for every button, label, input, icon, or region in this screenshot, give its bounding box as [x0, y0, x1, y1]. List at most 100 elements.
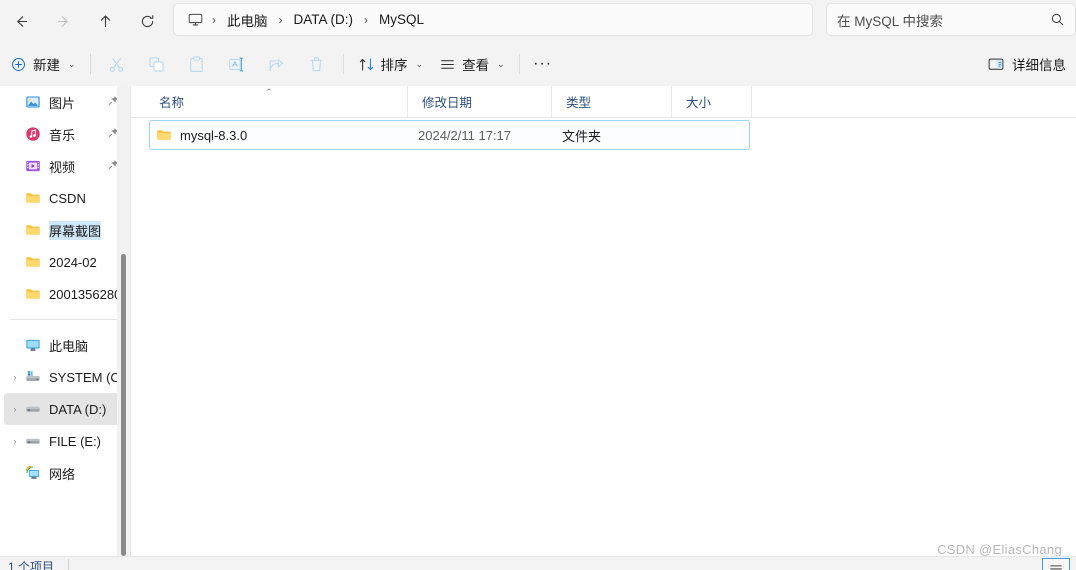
rename-icon [229, 57, 244, 71]
sort-ascending-icon: ⌃ [265, 87, 273, 97]
pictures-icon [22, 94, 44, 110]
paste-button[interactable] [177, 48, 217, 80]
sidebar-item-2024-02[interactable]: 2024-02 [4, 246, 126, 278]
scissors-icon [109, 57, 124, 72]
chevron-right-icon[interactable]: › [8, 437, 22, 446]
file-list-pane: ⌃ 名称 修改日期 类型 大小 mysql-8.3.0 2024/2/11 17… [131, 86, 1076, 556]
column-header-type[interactable]: 类型 [552, 86, 672, 117]
column-header-label: 名称 [159, 96, 185, 110]
refresh-button[interactable] [130, 6, 164, 36]
sidebar-item-music[interactable]: 音乐 [4, 118, 126, 150]
sort-button[interactable]: 排序 ⌄ [350, 49, 432, 79]
folder-icon [156, 127, 172, 143]
breadcrumb-mysql[interactable]: MySQL [372, 9, 431, 30]
toolbar-divider-2 [342, 54, 344, 74]
chevron-down-icon: ⌄ [497, 58, 505, 69]
breadcrumb-data-d[interactable]: DATA (D:) [287, 9, 361, 30]
file-type-cell: 文件夹 [562, 128, 602, 144]
up-button[interactable] [88, 6, 122, 36]
chevron-down-icon: ⌄ [68, 58, 76, 69]
details-view-toggle-button[interactable] [1042, 558, 1070, 570]
sidebar-item-label: 音乐 [49, 127, 76, 143]
navigation-pane: 图片 音乐 视频 CSDN 屏幕截图 2024-02 2001356280 此电… [0, 86, 130, 556]
search-input[interactable]: 在 MySQL 中搜索 [837, 10, 1050, 30]
copy-icon [149, 56, 164, 72]
sidebar-divider [10, 319, 118, 320]
breadcrumb-this-pc[interactable]: 此电脑 [220, 7, 275, 33]
item-count-label: 1 个项目 [8, 560, 55, 570]
column-header-date-modified[interactable]: 修改日期 [408, 86, 552, 117]
column-header-row: ⌃ 名称 修改日期 类型 大小 [131, 86, 1076, 118]
plus-circle-icon [12, 57, 25, 71]
column-header-label: 修改日期 [422, 96, 473, 110]
sidebar-item-label: CSDN [49, 190, 86, 206]
chevron-down-icon: ⌄ [415, 58, 424, 69]
column-header-label: 大小 [686, 96, 712, 110]
forward-button[interactable] [46, 6, 80, 36]
chevron-right-icon[interactable]: › [8, 373, 22, 382]
column-header-size[interactable]: 大小 [672, 86, 752, 117]
breadcrumb-separator-1[interactable]: › [275, 13, 287, 27]
details-pane-button[interactable]: 详细信息 [979, 48, 1074, 79]
details-view-icon [1050, 564, 1062, 569]
new-button-label: 新建 [33, 58, 60, 73]
view-button-label: 查看 [462, 58, 490, 73]
chevron-right-icon[interactable]: › [8, 405, 22, 414]
sidebar-item-data-d[interactable]: › DATA (D:) [4, 393, 126, 425]
sidebar-item-this-pc[interactable]: 此电脑 [4, 329, 126, 361]
details-pane-icon [988, 58, 1004, 70]
sort-button-label: 排序 [380, 58, 408, 73]
file-date-cell: 2024/2/11 17:17 [418, 127, 512, 143]
sidebar-item-videos[interactable]: 视频 [4, 150, 126, 182]
this-pc-icon [22, 337, 44, 353]
sidebar-item-system-c[interactable]: › SYSTEM (C:) [4, 361, 126, 393]
sidebar-item-label: 此电脑 [49, 338, 89, 354]
folder-icon [22, 190, 44, 206]
status-divider [68, 559, 69, 570]
sidebar-item-label: 视频 [49, 159, 76, 175]
sidebar-item-file-e[interactable]: › FILE (E:) [4, 425, 126, 457]
sidebar-item-screenshots[interactable]: 屏幕截图 [4, 214, 126, 246]
command-toolbar: 新建 ⌄ 排序 ⌄ 查看 ⌄ ··· 详细信息 [0, 42, 1076, 86]
videos-icon [22, 158, 44, 174]
folder-icon [22, 254, 44, 270]
explorer-body: 图片 音乐 视频 CSDN 屏幕截图 2024-02 2001356280 此电… [0, 86, 1076, 556]
csdn-watermark: CSDN @EliasChang [937, 542, 1062, 557]
share-button[interactable] [257, 48, 297, 80]
sidebar-item-label: 图片 [49, 95, 76, 111]
trash-icon [310, 56, 323, 71]
back-button[interactable] [4, 6, 38, 36]
sidebar-scrollbar-thumb[interactable] [121, 254, 126, 556]
status-bar: 1 个项目 [0, 556, 1076, 570]
copy-button[interactable] [137, 48, 177, 80]
sidebar-item-label: SYSTEM (C:) [49, 369, 126, 385]
view-button[interactable]: 查看 ⌄ [431, 49, 513, 79]
breadcrumb-separator-2[interactable]: › [360, 13, 372, 27]
refresh-icon [141, 14, 153, 27]
list-lines-icon [441, 59, 454, 69]
search-box[interactable]: 在 MySQL 中搜索 [826, 3, 1076, 36]
forward-arrow-icon [57, 15, 68, 27]
sidebar-item-csdn[interactable]: CSDN [4, 182, 126, 214]
folder-icon [22, 286, 44, 302]
this-pc-monitor-icon [182, 8, 208, 32]
new-button[interactable]: 新建 ⌄ [4, 49, 84, 79]
file-name-cell[interactable]: mysql-8.3.0 [150, 127, 418, 143]
table-row[interactable]: mysql-8.3.0 2024/2/11 17:17 文件夹 [149, 120, 750, 150]
sidebar-item-pictures[interactable]: 图片 [4, 86, 126, 118]
drive-icon [22, 433, 44, 449]
address-bar[interactable]: › 此电脑 › DATA (D:) › MySQL [173, 3, 813, 36]
rename-button[interactable] [217, 48, 257, 80]
search-icon[interactable] [1050, 12, 1065, 27]
column-header-label: 类型 [566, 96, 592, 110]
details-pane-label: 详细信息 [1012, 57, 1066, 73]
delete-button[interactable] [297, 48, 337, 80]
column-header-name[interactable]: ⌃ 名称 [131, 86, 408, 117]
cut-button[interactable] [97, 48, 137, 80]
toolbar-divider-3 [518, 54, 520, 74]
sidebar-item-label: FILE (E:) [49, 433, 102, 449]
sidebar-item-network[interactable]: 网络 [4, 457, 126, 489]
more-options-button[interactable]: ··· [526, 49, 560, 79]
sidebar-item-2001356280[interactable]: 2001356280 [4, 278, 126, 310]
breadcrumb-separator-0[interactable]: › [208, 13, 220, 27]
